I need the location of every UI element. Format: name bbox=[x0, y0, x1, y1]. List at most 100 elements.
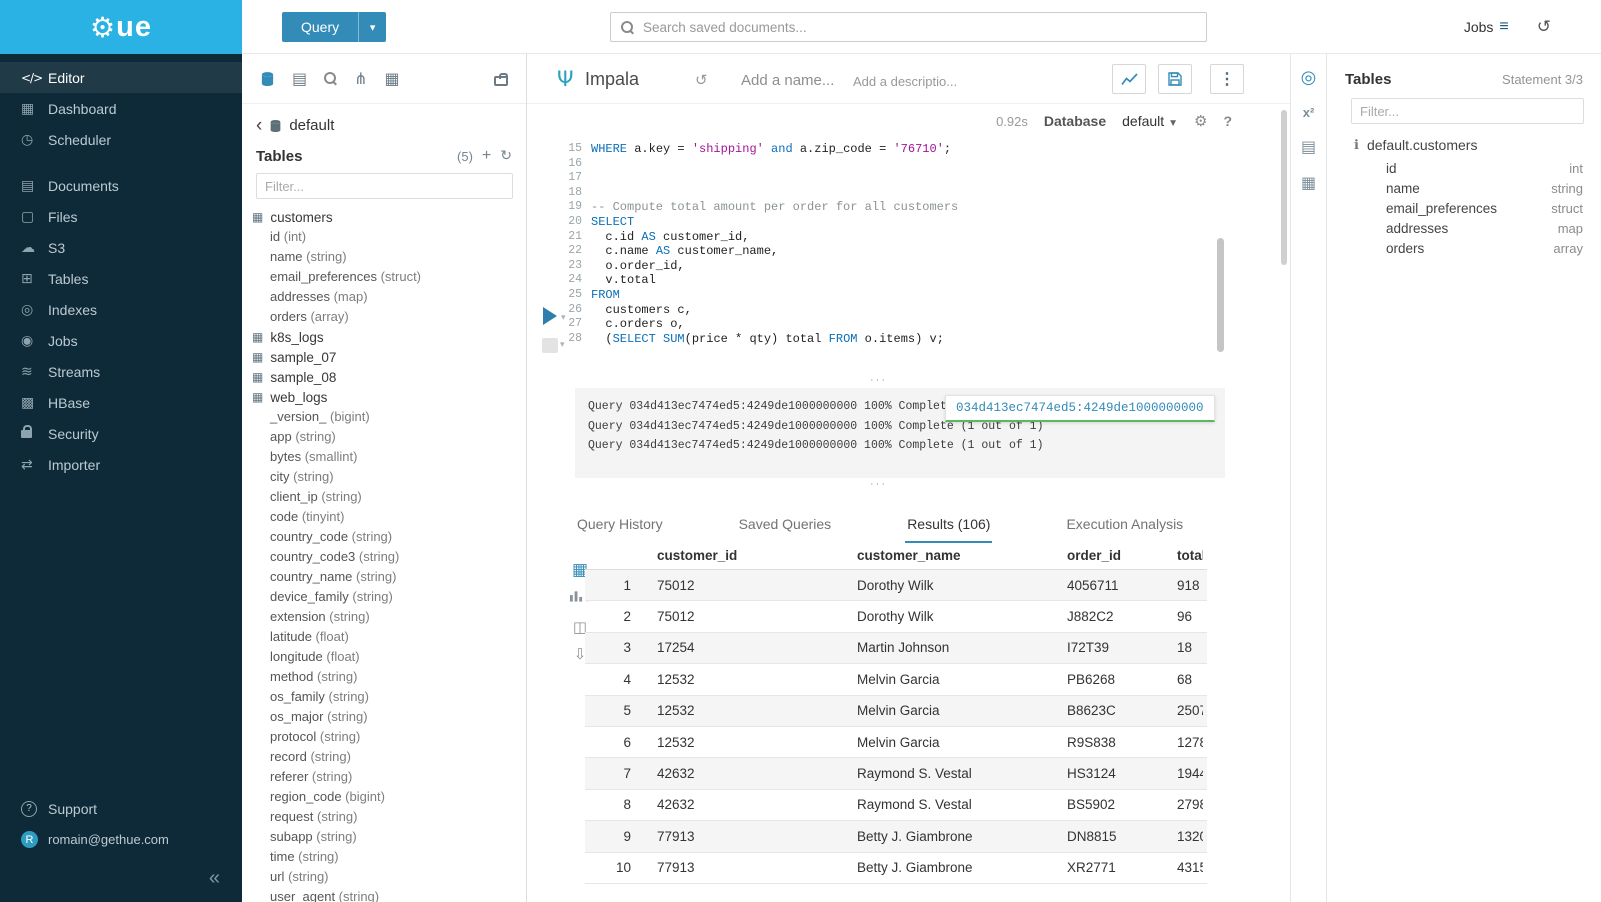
assist-column-device-family[interactable]: device_family (string) bbox=[242, 587, 526, 607]
query-name-field[interactable]: Add a name... bbox=[741, 72, 834, 89]
query-dropdown-button[interactable]: ▾ bbox=[358, 12, 386, 42]
assist-column-email-preferences[interactable]: email_preferences (struct) bbox=[242, 267, 526, 287]
assist-column-referer[interactable]: referer (string) bbox=[242, 767, 526, 787]
assist-column-name[interactable]: name (string) bbox=[242, 247, 526, 267]
language-reference-icon[interactable]: ▤ bbox=[1301, 137, 1316, 156]
query-description-field[interactable]: Add a descriptio... bbox=[853, 74, 957, 89]
assist-column-region-code[interactable]: region_code (bigint) bbox=[242, 787, 526, 807]
tab-results-106[interactable]: Results (106) bbox=[905, 504, 992, 543]
assist-column-time[interactable]: time (string) bbox=[242, 847, 526, 867]
execute-button[interactable] bbox=[543, 307, 557, 325]
tab-execution-analysis[interactable]: Execution Analysis bbox=[1064, 504, 1185, 543]
sidebar-item-indexes[interactable]: ◎Indexes bbox=[0, 294, 242, 325]
sidebar-item-jobs[interactable]: ◉Jobs bbox=[0, 325, 242, 356]
more-options-button[interactable]: ⋮ bbox=[1210, 64, 1244, 94]
log-resize-handle-top[interactable]: ··· bbox=[527, 376, 1230, 384]
assist-column-addresses[interactable]: addresses (map) bbox=[242, 287, 526, 307]
sidebar-item-tables[interactable]: ⊞Tables bbox=[0, 263, 242, 294]
assist-column-client-ip[interactable]: client_ip (string) bbox=[242, 487, 526, 507]
assist-column-os-family[interactable]: os_family (string) bbox=[242, 687, 526, 707]
column-row-email-preferences[interactable]: email_preferencesstruct bbox=[1386, 198, 1583, 218]
sidebar-item-streams[interactable]: ≋Streams bbox=[0, 356, 242, 387]
database-name[interactable]: default bbox=[289, 117, 334, 134]
column-row-orders[interactable]: ordersarray bbox=[1386, 238, 1583, 258]
assist-column-app[interactable]: app (string) bbox=[242, 427, 526, 447]
apps-grid-icon[interactable]: ▦ bbox=[385, 69, 400, 88]
query-history-icon[interactable]: ↺ bbox=[695, 71, 708, 89]
assist-column-country-name[interactable]: country_name (string) bbox=[242, 567, 526, 587]
panel-scrollbar[interactable] bbox=[1281, 110, 1287, 265]
back-chevron-icon[interactable]: ‹ bbox=[256, 119, 262, 133]
sidebar-item-support[interactable]: ? Support bbox=[0, 793, 242, 824]
assist-column-url[interactable]: url (string) bbox=[242, 867, 526, 887]
database-selector[interactable]: default ▼ bbox=[1122, 113, 1178, 129]
right-filter-input[interactable] bbox=[1351, 98, 1584, 124]
databases-icon[interactable] bbox=[260, 71, 275, 87]
hierarchy-icon[interactable]: ⋔ bbox=[354, 69, 367, 88]
assist-column-record[interactable]: record (string) bbox=[242, 747, 526, 767]
sidebar-item-editor[interactable]: </>Editor bbox=[0, 62, 242, 93]
help-question-icon[interactable]: ? bbox=[1223, 113, 1232, 129]
sidebar-item-files[interactable]: ▢Files bbox=[0, 201, 242, 232]
tab-query-history[interactable]: Query History bbox=[575, 504, 665, 543]
hue-logo[interactable]: ⚙ue bbox=[0, 0, 242, 54]
documents-icon[interactable]: ▤ bbox=[292, 69, 307, 88]
assist-column-country-code3[interactable]: country_code3 (string) bbox=[242, 547, 526, 567]
assist-column-user-agent[interactable]: user_agent (string) bbox=[242, 887, 526, 902]
search-assist-icon[interactable] bbox=[324, 72, 337, 85]
code-editor[interactable]: 15WHERE a.key = 'shipping' and a.zip_cod… bbox=[567, 142, 1220, 346]
assist-column-id[interactable]: id (int) bbox=[242, 227, 526, 247]
sidebar-item-user[interactable]: R romain@gethue.com bbox=[0, 824, 242, 855]
results-column-customer-id[interactable]: customer_id bbox=[631, 548, 831, 563]
assist-column-country-code[interactable]: country_code (string) bbox=[242, 527, 526, 547]
sidebar-item-hbase[interactable]: ▩HBase bbox=[0, 387, 242, 418]
add-table-icon[interactable]: + bbox=[482, 147, 491, 165]
sidebar-item-security[interactable]: Security bbox=[0, 418, 242, 449]
assist-filter-input[interactable] bbox=[256, 173, 513, 199]
assist-table-k8s-logs[interactable]: ▦k8s_logs bbox=[242, 327, 526, 347]
jobs-link[interactable]: Jobs ≡ bbox=[1464, 18, 1509, 36]
refresh-icon[interactable]: ↻ bbox=[500, 148, 512, 164]
sidebar-item-s3[interactable]: ☁S3 bbox=[0, 232, 242, 263]
column-row-name[interactable]: namestring bbox=[1386, 178, 1583, 198]
assist-column-latitude[interactable]: latitude (float) bbox=[242, 627, 526, 647]
chart-button[interactable] bbox=[1112, 64, 1146, 94]
schedule-calendar-icon[interactable]: ▦ bbox=[1301, 173, 1316, 192]
sidebar-item-documents[interactable]: ▤Documents bbox=[0, 170, 242, 201]
column-row-id[interactable]: idint bbox=[1386, 158, 1583, 178]
assist-column-bytes[interactable]: bytes (smallint) bbox=[242, 447, 526, 467]
assist-column-protocol[interactable]: protocol (string) bbox=[242, 727, 526, 747]
editor-settings-icon[interactable] bbox=[542, 338, 558, 353]
assist-column-version[interactable]: _version_ (bigint) bbox=[242, 407, 526, 427]
results-column-order-id[interactable]: order_id bbox=[1041, 548, 1151, 563]
sidebar-collapse-button[interactable]: « bbox=[0, 855, 242, 890]
gear-icon[interactable]: ⚙ bbox=[1194, 112, 1207, 130]
insight-target-icon[interactable]: ◎ bbox=[1301, 67, 1317, 88]
assist-column-method[interactable]: method (string) bbox=[242, 667, 526, 687]
execute-dropdown-icon[interactable]: ▾ bbox=[561, 312, 566, 323]
sidebar-item-scheduler[interactable]: ◷Scheduler bbox=[0, 124, 242, 155]
assist-column-request[interactable]: request (string) bbox=[242, 807, 526, 827]
tab-saved-queries[interactable]: Saved Queries bbox=[737, 504, 834, 543]
assist-table-sample-08[interactable]: ▦sample_08 bbox=[242, 367, 526, 387]
query-id-tooltip[interactable]: 034d413ec7474ed5:4249de1000000000 bbox=[945, 395, 1215, 422]
assist-table-sample-07[interactable]: ▦sample_07 bbox=[242, 347, 526, 367]
query-button[interactable]: Query bbox=[282, 12, 358, 42]
assist-column-code[interactable]: code (tinyint) bbox=[242, 507, 526, 527]
log-resize-handle-bottom[interactable]: ··· bbox=[527, 480, 1230, 488]
assist-column-city[interactable]: city (string) bbox=[242, 467, 526, 487]
sidebar-item-importer[interactable]: ⇄Importer bbox=[0, 449, 242, 480]
sidebar-item-dashboard[interactable]: ▦Dashboard bbox=[0, 93, 242, 124]
storage-bag-icon[interactable] bbox=[494, 71, 508, 86]
active-table[interactable]: ℹ default.customers bbox=[1354, 137, 1583, 153]
assist-table-web-logs[interactable]: ▦web_logs bbox=[242, 387, 526, 407]
column-row-addresses[interactable]: addressesmap bbox=[1386, 218, 1583, 238]
assist-column-orders[interactable]: orders (array) bbox=[242, 307, 526, 327]
assist-column-subapp[interactable]: subapp (string) bbox=[242, 827, 526, 847]
assist-table-customers[interactable]: ▦customers bbox=[242, 207, 526, 227]
save-button[interactable] bbox=[1158, 64, 1192, 94]
editor-settings-caret-icon[interactable]: ▾ bbox=[560, 339, 565, 350]
results-column-total[interactable]: total bbox=[1151, 548, 1203, 563]
editor-scrollbar[interactable] bbox=[1217, 238, 1224, 352]
assist-column-extension[interactable]: extension (string) bbox=[242, 607, 526, 627]
